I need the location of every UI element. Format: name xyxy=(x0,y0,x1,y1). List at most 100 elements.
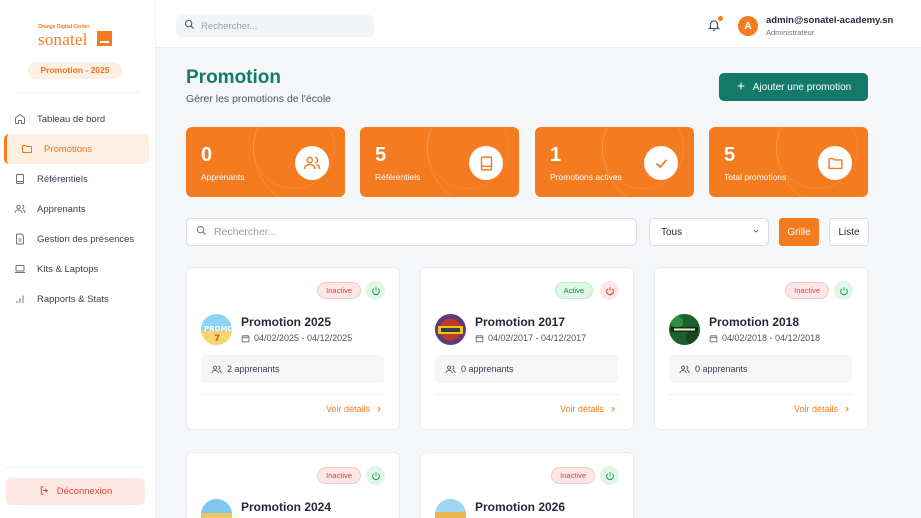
orange-square-icon xyxy=(97,31,112,46)
select-value: Tous xyxy=(661,226,683,238)
calendar-icon xyxy=(475,334,484,342)
users-icon xyxy=(295,146,329,180)
promotion-name: Promotion 2017 xyxy=(475,315,566,329)
promotion-dates: 04/02/2025 - 04/12/2025 xyxy=(241,333,352,343)
sidebar-item-label: Apprenants xyxy=(37,203,86,215)
sidebar: Orange Digital Center sonatel Promotion … xyxy=(0,0,156,518)
search-placeholder: Rechercher... xyxy=(214,226,277,238)
bar-chart-icon xyxy=(12,291,28,307)
sidebar-item-apprenants[interactable]: Apprenants xyxy=(4,194,149,224)
svg-text:7: 7 xyxy=(214,334,220,344)
sidebar-item-label: Tableau de bord xyxy=(37,113,106,125)
book-icon xyxy=(12,171,28,187)
promotion-name: Promotion 2024 xyxy=(241,500,332,514)
stat-value: 5 xyxy=(724,144,736,166)
apprenants-count: 0 apprenants xyxy=(669,355,852,383)
power-toggle-button[interactable] xyxy=(600,466,619,485)
promotion-name: Promotion 2026 xyxy=(475,500,566,514)
top-search-input[interactable]: Rechercher... xyxy=(176,15,374,37)
sidebar-item-rapports[interactable]: Rapports & Stats xyxy=(4,284,149,314)
grid-view-button[interactable]: Grille xyxy=(779,218,819,246)
apprenants-count-text: 0 apprenants xyxy=(461,364,514,374)
promotion-image xyxy=(669,314,700,345)
promotion-image xyxy=(435,314,466,345)
power-icon xyxy=(371,471,380,480)
promotion-dates: 04/02/2018 - 04/12/2018 xyxy=(709,333,820,343)
list-view-button[interactable]: Liste xyxy=(829,218,869,246)
logout-button[interactable]: Déconnexion xyxy=(6,478,145,505)
users-icon xyxy=(445,365,456,373)
promotion-search-input[interactable]: Rechercher... xyxy=(186,218,637,246)
stat-card-apprenants: 0 Apprenants xyxy=(186,127,345,197)
topbar: Rechercher... A admin@sonatel-academy.sn… xyxy=(156,0,921,48)
status-badge: Inactive xyxy=(317,467,361,484)
sidebar-item-label: Gestion des présences xyxy=(37,233,135,245)
divider xyxy=(201,394,385,395)
power-toggle-button[interactable] xyxy=(366,466,385,485)
calendar-icon xyxy=(241,334,250,342)
promotion-image xyxy=(201,499,232,518)
power-toggle-button[interactable] xyxy=(600,281,619,300)
promotion-card[interactable]: Inactive PROMO 7 Promotion 2025 04/02/202… xyxy=(186,267,400,430)
status-badge: Inactive xyxy=(551,467,595,484)
chevron-right-icon xyxy=(611,406,615,412)
chevron-right-icon xyxy=(845,406,849,412)
laptop-icon xyxy=(12,261,28,277)
status-badge: Active xyxy=(554,282,593,299)
sidebar-item-dashboard[interactable]: Tableau de bord xyxy=(4,104,149,134)
user-role: Administrateur xyxy=(766,28,815,37)
users-icon xyxy=(12,201,28,217)
svg-text:PROMO: PROMO xyxy=(204,325,232,333)
sidebar-item-promotions[interactable]: Promotions xyxy=(4,134,149,164)
voir-details-link[interactable]: Voir détails xyxy=(794,404,851,414)
sidebar-item-kits-laptops[interactable]: Kits & Laptops xyxy=(4,254,149,284)
avatar[interactable]: A xyxy=(738,16,758,36)
stat-card-promotions-actives: 1 Promotions actives xyxy=(535,127,694,197)
promotion-name: Promotion 2018 xyxy=(709,315,800,329)
sidebar-item-referentiels[interactable]: Référentiels xyxy=(4,164,149,194)
stat-label: Apprenants xyxy=(201,172,245,182)
check-icon xyxy=(644,146,678,180)
sidebar-nav: Tableau de bord Promotions Référentiels … xyxy=(4,104,149,314)
power-toggle-button[interactable] xyxy=(366,281,385,300)
chevron-down-icon xyxy=(752,227,760,238)
promotion-card[interactable]: Inactive Promotion 2018 04/02/2018 - 04/… xyxy=(654,267,868,430)
status-badge: Inactive xyxy=(317,282,361,299)
user-email: admin@sonatel-academy.sn xyxy=(766,15,894,26)
promotion-dates-text: 04/02/2017 - 04/12/2017 xyxy=(488,333,587,343)
promotion-card[interactable]: Inactive Promotion 2024 xyxy=(186,452,400,518)
add-promotion-label: Ajouter une promotion xyxy=(752,81,852,93)
add-promotion-button[interactable]: Ajouter une promotion xyxy=(719,73,868,101)
logout-icon xyxy=(39,485,50,499)
stat-value: 1 xyxy=(550,144,562,166)
divider xyxy=(6,467,145,468)
sidebar-item-label: Kits & Laptops xyxy=(37,263,99,275)
stat-value: 5 xyxy=(375,144,387,166)
sidebar-item-label: Référentiels xyxy=(37,173,88,185)
sidebar-item-label: Promotions xyxy=(44,143,93,155)
sidebar-item-label: Rapports & Stats xyxy=(37,293,109,305)
power-toggle-button[interactable] xyxy=(834,281,853,300)
users-icon xyxy=(211,365,222,373)
chevron-right-icon xyxy=(377,406,381,412)
logo-wordmark: sonatel xyxy=(38,30,88,49)
power-icon xyxy=(839,286,848,295)
stat-label: Promotions actives xyxy=(550,172,622,182)
sidebar-item-presences[interactable]: Gestion des présences xyxy=(4,224,149,254)
logout-label: Déconnexion xyxy=(56,486,113,497)
stat-label: Référentiels xyxy=(375,172,421,182)
search-icon xyxy=(184,19,195,33)
promotion-card[interactable]: Inactive Promotion 2026 xyxy=(420,452,634,518)
stat-label: Total promotions xyxy=(724,172,787,182)
users-icon xyxy=(679,365,690,373)
top-search-placeholder: Rechercher... xyxy=(201,20,258,32)
stat-value: 0 xyxy=(201,144,213,166)
promotion-card[interactable]: Active Promotion 2017 04/02/2017 - 04/12… xyxy=(420,267,634,430)
home-icon xyxy=(12,111,28,127)
voir-details-label: Voir détails xyxy=(325,404,370,414)
sonatel-logo[interactable]: Orange Digital Center sonatel xyxy=(38,24,118,52)
voir-details-link[interactable]: Voir détails xyxy=(560,404,617,414)
plus-icon xyxy=(736,81,746,94)
status-filter-select[interactable]: Tous xyxy=(649,218,769,246)
voir-details-link[interactable]: Voir détails xyxy=(326,404,383,414)
